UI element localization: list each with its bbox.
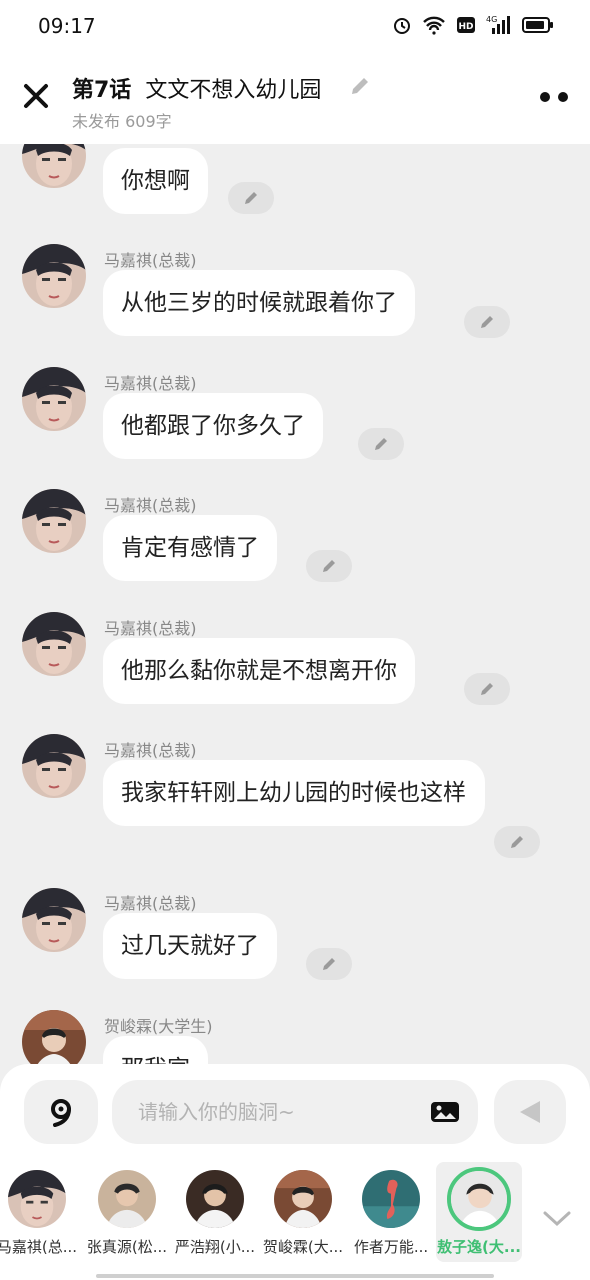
character-avatar	[447, 1167, 511, 1231]
edit-message-button[interactable]	[464, 673, 510, 705]
edit-message-button[interactable]	[228, 182, 274, 214]
more-dot-icon	[540, 92, 550, 102]
character-name: 作者万能...	[353, 1238, 429, 1256]
character-avatar	[362, 1170, 420, 1228]
expand-characters-button[interactable]	[542, 1208, 572, 1228]
message-text: 从他三岁的时候就跟着你了	[121, 290, 397, 316]
svg-text:HD: HD	[458, 22, 473, 32]
close-button[interactable]	[22, 82, 50, 110]
send-icon	[520, 1101, 540, 1123]
chat-area[interactable]: 你想啊 马嘉祺(总裁) 从他三岁的时候就跟着你了 马嘉祺(总裁) 他都跟了你多久…	[0, 144, 590, 1064]
character-avatar	[274, 1170, 332, 1228]
message-text: 他那么黏你就是不想离开你	[121, 658, 397, 684]
voice-icon	[51, 1099, 71, 1127]
message-text: 过几天就好了	[121, 933, 259, 959]
edit-message-button[interactable]	[306, 948, 352, 980]
story-input[interactable]	[138, 1092, 418, 1132]
pencil-icon	[375, 438, 387, 450]
more-dot-icon	[558, 92, 568, 102]
episode-title[interactable]: 第7话 文文不想入幼儿园	[72, 72, 321, 104]
wifi-icon	[422, 15, 446, 39]
avatar[interactable]	[22, 367, 86, 431]
sender-name: 马嘉祺(总裁)	[104, 619, 197, 638]
character-name: 贺峻霖(大...	[262, 1238, 344, 1256]
message-bubble[interactable]: 你想啊	[103, 148, 208, 214]
message-bubble[interactable]: 肯定有感情了	[103, 515, 277, 581]
avatar[interactable]	[22, 734, 86, 798]
message-bubble[interactable]: 那我家	[103, 1036, 208, 1064]
character-item[interactable]: 作者万能...	[348, 1162, 434, 1262]
avatar[interactable]	[22, 1010, 86, 1064]
avatar[interactable]	[22, 489, 86, 553]
character-avatar	[8, 1170, 66, 1228]
episode-number: 第7话	[72, 78, 132, 103]
sender-name: 马嘉祺(总裁)	[104, 894, 197, 913]
message-text: 肯定有感情了	[121, 535, 259, 561]
message-text: 我家轩轩刚上幼儿园的时候也这样	[121, 780, 466, 806]
editor-header: 第7话 文文不想入幼儿园 未发布 609字	[0, 52, 590, 144]
alarm-icon	[392, 15, 412, 39]
edit-message-button[interactable]	[464, 306, 510, 338]
voice-button[interactable]	[24, 1080, 98, 1144]
svg-text:4G: 4G	[486, 15, 497, 24]
composer-panel: 马嘉祺(总... 张真源(松... 严浩翔(小... 贺峻霖(大... 作者万能…	[0, 1064, 590, 1280]
story-input-box[interactable]	[112, 1080, 478, 1144]
pencil-icon	[323, 560, 335, 572]
pencil-icon	[323, 958, 335, 970]
image-button[interactable]	[430, 1100, 460, 1124]
avatar[interactable]	[22, 888, 86, 952]
character-name: 马嘉祺(总...	[0, 1238, 78, 1256]
character-item-selected[interactable]: 敖子逸(大...	[436, 1162, 522, 1262]
edit-title-button[interactable]	[348, 74, 372, 98]
pencil-icon	[481, 316, 493, 328]
character-name: 敖子逸(大...	[437, 1238, 521, 1256]
character-name: 严浩翔(小...	[174, 1238, 256, 1256]
sender-name: 马嘉祺(总裁)	[104, 251, 197, 270]
sender-name: 马嘉祺(总裁)	[104, 496, 197, 515]
hd-icon: HD	[456, 15, 476, 39]
episode-name: 文文不想入幼儿园	[145, 78, 322, 103]
chevron-down-icon	[543, 1211, 571, 1227]
image-icon	[431, 1102, 459, 1122]
avatar[interactable]	[22, 612, 86, 676]
message-text: 他都跟了你多久了	[121, 413, 305, 439]
character-name: 张真源(松...	[86, 1238, 168, 1256]
send-button[interactable]	[494, 1080, 566, 1144]
edit-message-button[interactable]	[306, 550, 352, 582]
close-icon	[24, 84, 48, 108]
more-button[interactable]	[540, 92, 568, 104]
message-bubble[interactable]: 从他三岁的时候就跟着你了	[103, 270, 415, 336]
message-text: 你想啊	[121, 168, 190, 194]
character-item[interactable]: 马嘉祺(总...	[0, 1162, 80, 1262]
message-bubble[interactable]: 过几天就好了	[103, 913, 277, 979]
pencil-icon	[245, 192, 257, 204]
pencil-icon	[352, 78, 368, 94]
avatar[interactable]	[22, 244, 86, 308]
pencil-icon	[481, 683, 493, 695]
character-selector: 马嘉祺(总... 张真源(松... 严浩翔(小... 贺峻霖(大... 作者万能…	[0, 1162, 540, 1272]
sender-name: 贺峻霖(大学生)	[104, 1017, 213, 1036]
battery-icon	[522, 16, 554, 38]
home-indicator	[96, 1274, 494, 1278]
edit-message-button[interactable]	[494, 826, 540, 858]
status-bar: 09:17 HD 4G	[0, 0, 590, 52]
episode-status: 未发布 609字	[72, 112, 172, 131]
sender-name: 马嘉祺(总裁)	[104, 741, 197, 760]
pencil-icon	[511, 836, 523, 848]
character-avatar	[98, 1170, 156, 1228]
character-avatar	[186, 1170, 244, 1228]
message-bubble[interactable]: 我家轩轩刚上幼儿园的时候也这样	[103, 760, 485, 826]
message-bubble[interactable]: 他都跟了你多久了	[103, 393, 323, 459]
character-item[interactable]: 张真源(松...	[84, 1162, 170, 1262]
message-text: 那我家	[121, 1056, 190, 1064]
avatar[interactable]	[22, 144, 86, 188]
status-time: 09:17	[38, 14, 96, 38]
signal-icon: 4G	[486, 14, 512, 40]
character-item[interactable]: 贺峻霖(大...	[260, 1162, 346, 1262]
edit-message-button[interactable]	[358, 428, 404, 460]
status-icons: HD 4G	[392, 14, 554, 40]
message-bubble[interactable]: 他那么黏你就是不想离开你	[103, 638, 415, 704]
character-item[interactable]: 严浩翔(小...	[172, 1162, 258, 1262]
sender-name: 马嘉祺(总裁)	[104, 374, 197, 393]
